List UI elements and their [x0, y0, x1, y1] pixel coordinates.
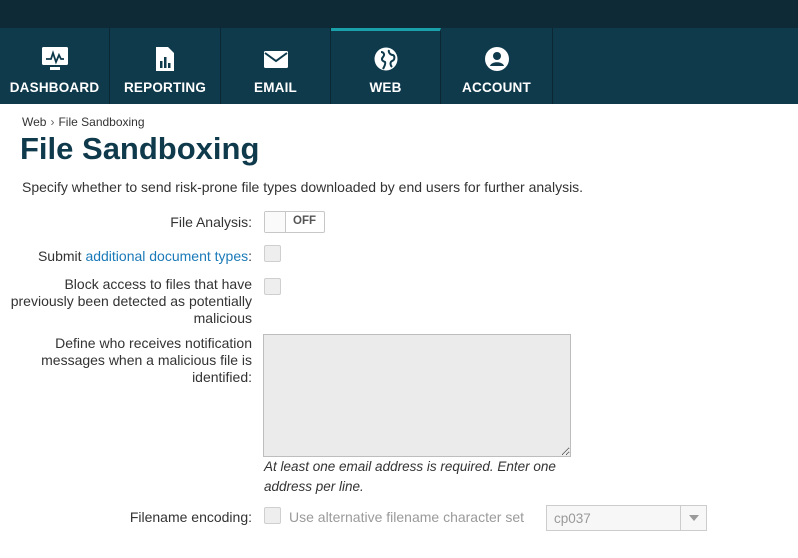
notify-recipients-hint: At least one email address is required. …: [264, 459, 556, 494]
top-strip: [0, 0, 798, 28]
alt-charset-label: Use alternative filename character set: [289, 509, 524, 525]
charset-select[interactable]: cp037: [546, 505, 707, 531]
nav-tab-reporting[interactable]: REPORTING: [110, 28, 221, 104]
breadcrumb-web-link[interactable]: Web: [22, 115, 46, 129]
chevron-down-icon: [680, 506, 706, 530]
file-analysis-label: File Analysis:: [170, 214, 252, 230]
nav-tab-web[interactable]: WEB: [331, 28, 441, 104]
breadcrumb-current: File Sandboxing: [58, 115, 145, 129]
nav-tab-label: ACCOUNT: [462, 80, 531, 95]
nav-tab-label: EMAIL: [254, 80, 297, 95]
envelope-icon: [221, 46, 330, 74]
breadcrumb: Web › File Sandboxing: [22, 115, 145, 129]
nav-tab-label: WEB: [369, 80, 402, 95]
block-access-checkbox[interactable]: [264, 278, 281, 295]
breadcrumb-separator: ›: [50, 115, 55, 129]
globe-icon: [331, 46, 440, 74]
submit-docs-label-suffix: :: [248, 248, 252, 264]
toggle-state-text: OFF: [293, 215, 316, 227]
page-title: File Sandboxing: [20, 131, 260, 166]
nav-tab-account[interactable]: ACCOUNT: [441, 28, 553, 104]
nav-tab-email[interactable]: EMAIL: [221, 28, 331, 104]
file-analysis-toggle[interactable]: OFF: [264, 211, 325, 233]
block-access-label: Block access to files that have previous…: [10, 276, 252, 326]
page-description: Specify whether to send risk-prone file …: [22, 179, 584, 195]
nav-tab-label: REPORTING: [123, 80, 207, 95]
main-nav: DASHBOARD REPORTING EMAIL WEB ACCOUNT: [0, 28, 798, 104]
report-document-icon: [110, 46, 220, 74]
additional-document-types-link[interactable]: additional document types: [85, 248, 248, 264]
user-account-icon: [441, 46, 552, 74]
filename-encoding-label: Filename encoding:: [129, 509, 252, 525]
toggle-knob: [265, 212, 286, 232]
dashboard-monitor-icon: [0, 46, 109, 74]
submit-docs-label: Submit additional document types:: [38, 248, 252, 265]
nav-tab-label: DASHBOARD: [9, 80, 100, 95]
alt-charset-checkbox[interactable]: [264, 507, 281, 524]
submit-docs-checkbox[interactable]: [264, 245, 281, 262]
notify-recipients-label: Define who receives notification message…: [41, 335, 252, 385]
nav-tab-dashboard[interactable]: DASHBOARD: [0, 28, 110, 104]
notify-recipients-textarea[interactable]: [263, 334, 571, 457]
submit-docs-label-prefix: Submit: [37, 248, 86, 264]
charset-select-value: cp037: [554, 511, 591, 526]
